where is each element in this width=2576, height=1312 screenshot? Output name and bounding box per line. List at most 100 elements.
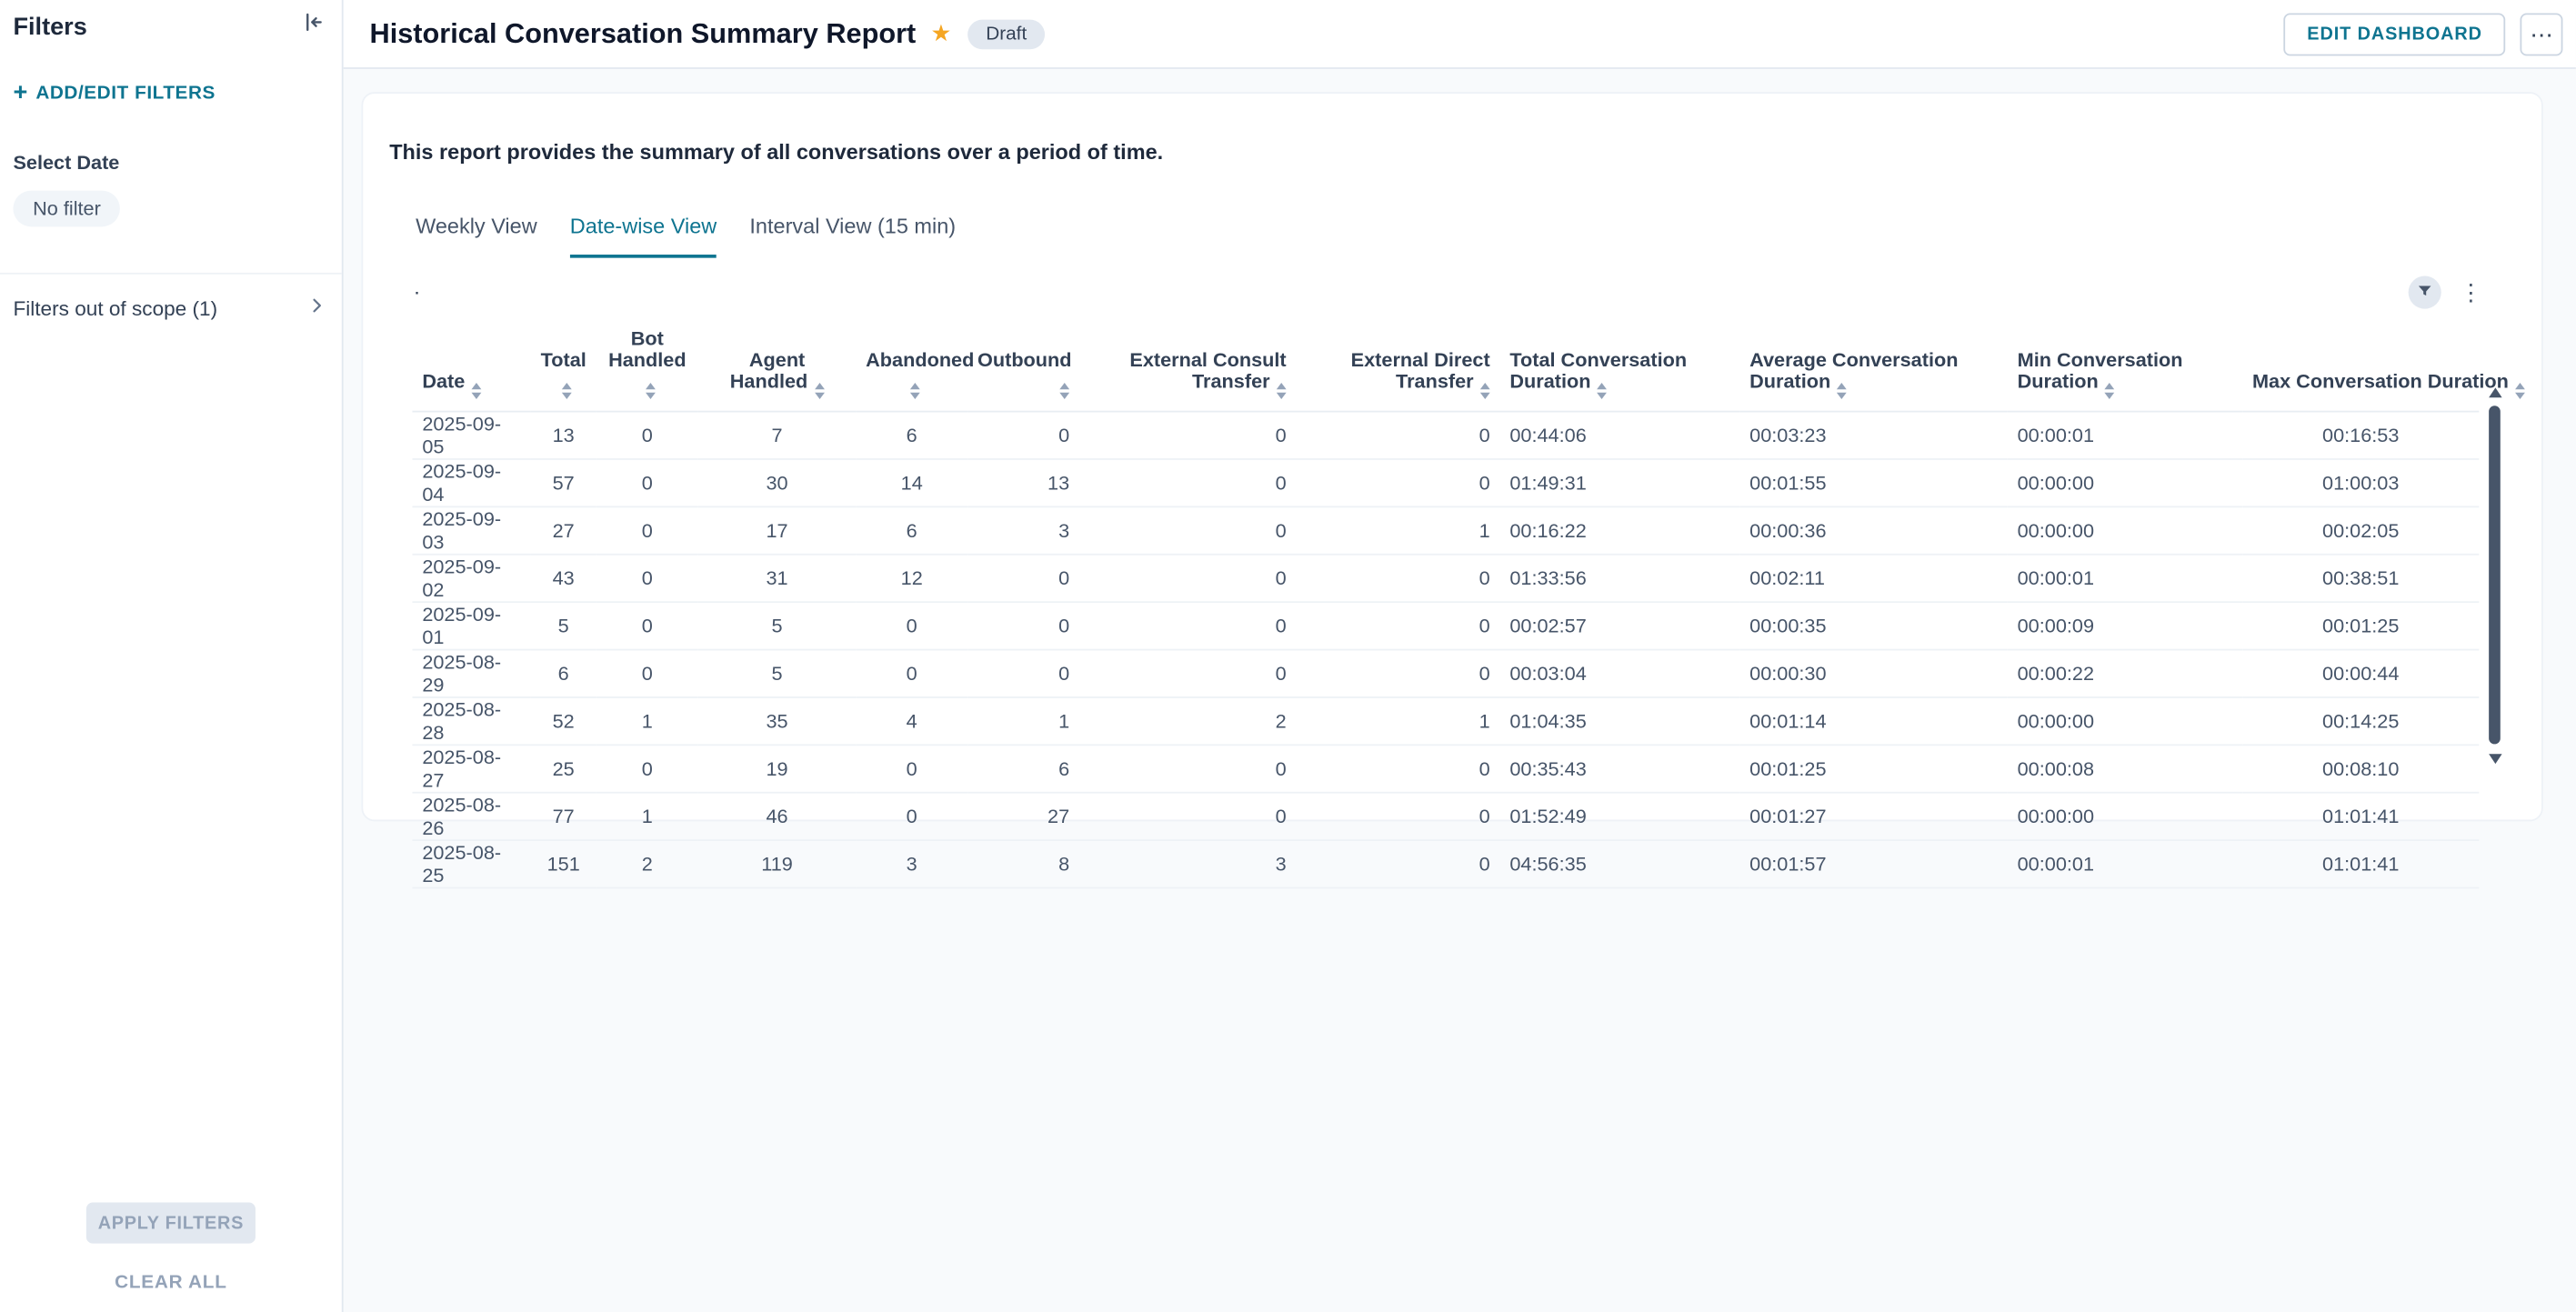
table-cell: 00:00:01 xyxy=(2008,840,2242,887)
table-cell: 00:35:43 xyxy=(1500,745,1740,792)
tab-interval-view-15-min[interactable]: Interval View (15 min) xyxy=(749,200,956,257)
column-label: Agent Handled xyxy=(730,348,808,393)
table-cell: 1 xyxy=(596,793,698,840)
collapse-sidebar-button[interactable] xyxy=(301,10,326,43)
table-cell: 01:04:35 xyxy=(1500,697,1740,745)
apply-filters-button[interactable]: APPLY FILTERS xyxy=(86,1203,256,1244)
scroll-up-arrow-icon[interactable] xyxy=(2488,387,2501,397)
scroll-down-arrow-icon[interactable] xyxy=(2488,754,2501,764)
table-cell: 27 xyxy=(531,506,596,554)
widget-menu-button[interactable]: ⋮ xyxy=(2456,278,2486,306)
table-cell: 01:33:56 xyxy=(1500,555,1740,602)
column-header-date[interactable]: Date xyxy=(412,320,530,411)
sort-icon[interactable] xyxy=(562,383,572,399)
favorite-star-icon[interactable]: ★ xyxy=(931,20,952,48)
filters-out-of-scope-row[interactable]: Filters out of scope (1) xyxy=(0,273,342,342)
column-label: Abandoned xyxy=(866,348,974,371)
table-row: 2025-08-251512119383004:56:3500:01:5700:… xyxy=(412,840,2479,887)
table-row: 2025-09-01505000000:02:5700:00:3500:00:0… xyxy=(412,602,2479,649)
status-badge: Draft xyxy=(967,19,1045,49)
widget-filter-button[interactable] xyxy=(2409,276,2441,309)
ellipsis-icon: ⋯ xyxy=(2530,21,2552,47)
widget-actions: ⋮ xyxy=(2409,276,2486,309)
table-cell: 52 xyxy=(531,697,596,745)
sort-icon[interactable] xyxy=(1277,383,1287,399)
table-cell: 0 xyxy=(1296,602,1499,649)
table-scrollbar[interactable] xyxy=(2487,387,2501,764)
table-cell: 01:00:03 xyxy=(2242,459,2479,506)
table-cell: 00:00:00 xyxy=(2008,506,2242,554)
column-header-total-conversation-duration[interactable]: Total Conversation Duration xyxy=(1500,320,1740,411)
column-header-abandoned[interactable]: Abandoned xyxy=(856,320,967,411)
column-header-total[interactable]: Total xyxy=(531,320,596,411)
chevron-right-icon xyxy=(306,294,328,322)
table-cell: 00:00:22 xyxy=(2008,650,2242,697)
table-cell: 57 xyxy=(531,459,596,506)
table-cell: 00:00:44 xyxy=(2242,650,2479,697)
sort-icon[interactable] xyxy=(2515,383,2525,399)
table-cell: 3 xyxy=(856,840,967,887)
sort-icon[interactable] xyxy=(646,383,656,399)
table-cell: 0 xyxy=(596,602,698,649)
table-widget: . ⋮ DateTotalBot HandledAgent HandledAba… xyxy=(389,276,2515,889)
table-cell: 17 xyxy=(698,506,856,554)
sort-icon[interactable] xyxy=(1838,383,1848,399)
column-label: Total xyxy=(541,348,586,371)
table-cell: 00:00:08 xyxy=(2008,745,2242,792)
sort-icon[interactable] xyxy=(1059,383,1069,399)
table-cell: 00:01:25 xyxy=(1739,745,2007,792)
edit-dashboard-button[interactable]: EDIT DASHBOARD xyxy=(2284,13,2505,55)
table-cell: 6 xyxy=(967,745,1079,792)
summary-table: Date Total Bot Handled Agent Handled Abandon… xyxy=(412,320,2479,888)
sidebar-header: Filters xyxy=(0,10,342,43)
table-cell: 00:00:00 xyxy=(2008,459,2242,506)
table-header-row: Date Total Bot Handled Agent Handled Abandon… xyxy=(412,320,2479,411)
table-cell: 0 xyxy=(1079,602,1296,649)
column-header-outbound[interactable]: Outbound xyxy=(967,320,1079,411)
column-label: External Consult Transfer xyxy=(1129,348,1286,393)
table-cell: 77 xyxy=(531,793,596,840)
table-cell: 00:01:55 xyxy=(1739,459,2007,506)
table-cell: 1 xyxy=(1296,506,1499,554)
column-header-min-conversation-duration[interactable]: Min Conversation Duration xyxy=(2008,320,2242,411)
select-date-label: Select Date xyxy=(13,151,328,174)
sort-icon[interactable] xyxy=(910,383,920,399)
sort-icon[interactable] xyxy=(472,383,482,399)
table-cell: 14 xyxy=(856,459,967,506)
sort-icon[interactable] xyxy=(2105,383,2115,399)
table-row: 2025-09-051307600000:44:0600:03:2300:00:… xyxy=(412,412,2479,459)
add-edit-filters-label: ADD/EDIT FILTERS xyxy=(35,83,216,103)
sort-icon[interactable] xyxy=(1480,383,1490,399)
column-header-external-consult-transfer[interactable]: External Consult Transfer xyxy=(1079,320,1296,411)
sort-icon[interactable] xyxy=(1598,383,1608,399)
table-row: 2025-09-0327017630100:16:2200:00:3600:00… xyxy=(412,506,2479,554)
app-window: Filters + ADD/EDIT FILTERS Select Date N… xyxy=(0,0,2576,1312)
no-filter-chip[interactable]: No filter xyxy=(13,191,120,227)
column-header-external-direct-transfer[interactable]: External Direct Transfer xyxy=(1296,320,1499,411)
table-cell: 0 xyxy=(1296,745,1499,792)
column-header-average-conversation-duration[interactable]: Average Conversation Duration xyxy=(1739,320,2007,411)
more-options-button[interactable]: ⋯ xyxy=(2520,13,2562,55)
column-header-max-conversation-duration[interactable]: Max Conversation Duration xyxy=(2242,320,2479,411)
tab-weekly-view[interactable]: Weekly View xyxy=(416,200,537,257)
scrollbar-thumb[interactable] xyxy=(2489,406,2501,744)
table-cell: 01:49:31 xyxy=(1500,459,1740,506)
filters-out-of-scope-label: Filters out of scope (1) xyxy=(13,296,217,319)
table-cell: 27 xyxy=(967,793,1079,840)
table-cell: 00:00:35 xyxy=(1739,602,2007,649)
table-cell: 0 xyxy=(596,459,698,506)
tab-date-wise-view[interactable]: Date-wise View xyxy=(570,200,717,257)
table-cell: 00:14:25 xyxy=(2242,697,2479,745)
table-cell: 2025-08-27 xyxy=(412,745,530,792)
table-cell: 0 xyxy=(1079,793,1296,840)
column-header-agent-handled[interactable]: Agent Handled xyxy=(698,320,856,411)
sort-icon[interactable] xyxy=(815,383,825,399)
add-edit-filters-button[interactable]: + ADD/EDIT FILTERS xyxy=(13,81,328,105)
table-cell: 00:00:09 xyxy=(2008,602,2242,649)
table-cell: 2025-09-01 xyxy=(412,602,530,649)
clear-all-button[interactable]: CLEAR ALL xyxy=(0,1273,342,1293)
table-cell: 0 xyxy=(1296,650,1499,697)
column-header-bot-handled[interactable]: Bot Handled xyxy=(596,320,698,411)
table-cell: 13 xyxy=(531,412,596,459)
table-cell: 2025-09-05 xyxy=(412,412,530,459)
